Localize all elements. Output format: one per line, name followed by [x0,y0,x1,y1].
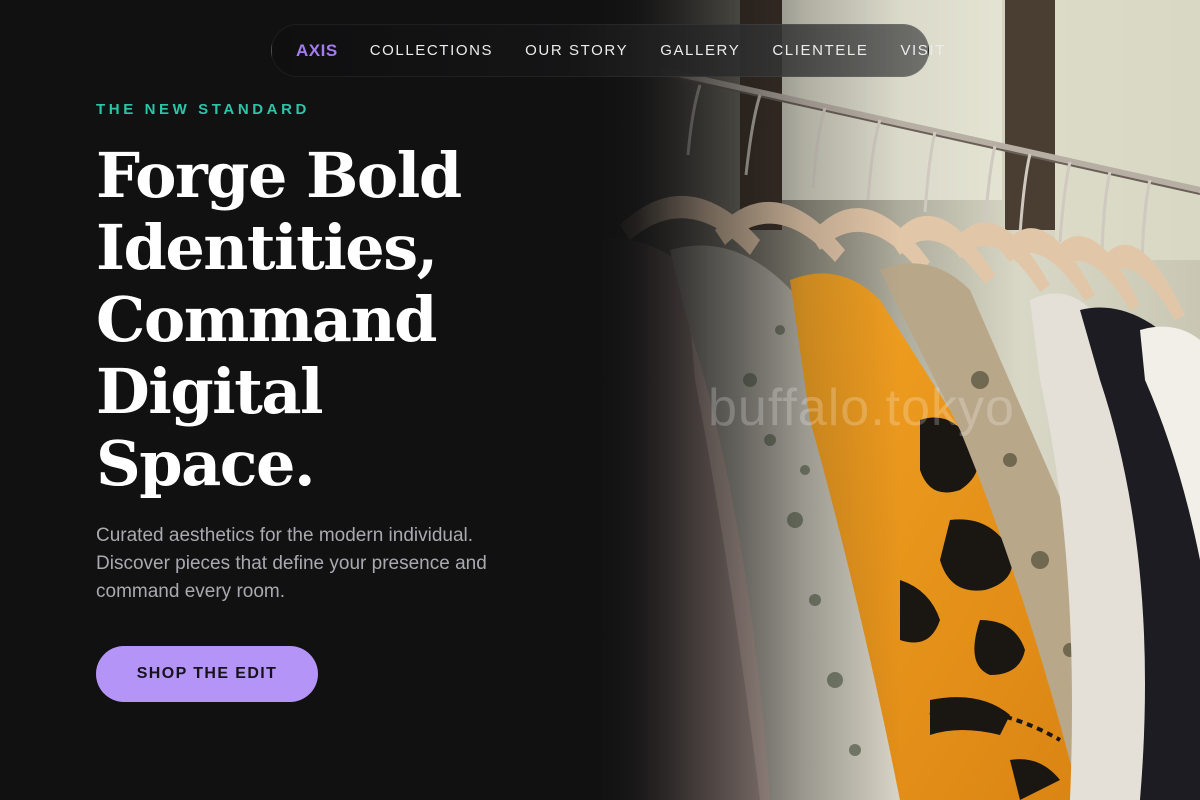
nav-link-our-story[interactable]: OUR STORY [525,42,628,59]
nav-link-clientele[interactable]: CLIENTELE [772,42,868,59]
headline-line: Space. [96,427,316,500]
hero-description: Curated aesthetics for the modern indivi… [96,525,487,602]
hero-page: buffalo.tokyo AXIS COLLECTIONS OUR STORY… [0,0,1200,800]
headline-line: Digital [96,355,324,428]
headline-line: Identities, [96,211,438,284]
hero-headline: Forge Bold Identities, Command Digital S… [96,140,566,500]
hero-eyebrow: THE NEW STANDARD [96,101,310,118]
clothing-rack-photo: buffalo.tokyo [600,0,1200,800]
main-nav: AXIS COLLECTIONS OUR STORY GALLERY CLIEN… [271,24,944,77]
headline-line: Command [96,283,438,356]
headline-line: Forge Bold [96,139,462,212]
nav-link-gallery[interactable]: GALLERY [660,42,740,59]
brand-logo[interactable]: AXIS [296,41,338,61]
nav-link-collections[interactable]: COLLECTIONS [370,42,493,59]
nav-link-visit[interactable]: VISIT [900,42,946,59]
shop-the-edit-button[interactable]: SHOP THE EDIT [96,646,318,702]
watermark-text: buffalo.tokyo [708,379,1015,437]
